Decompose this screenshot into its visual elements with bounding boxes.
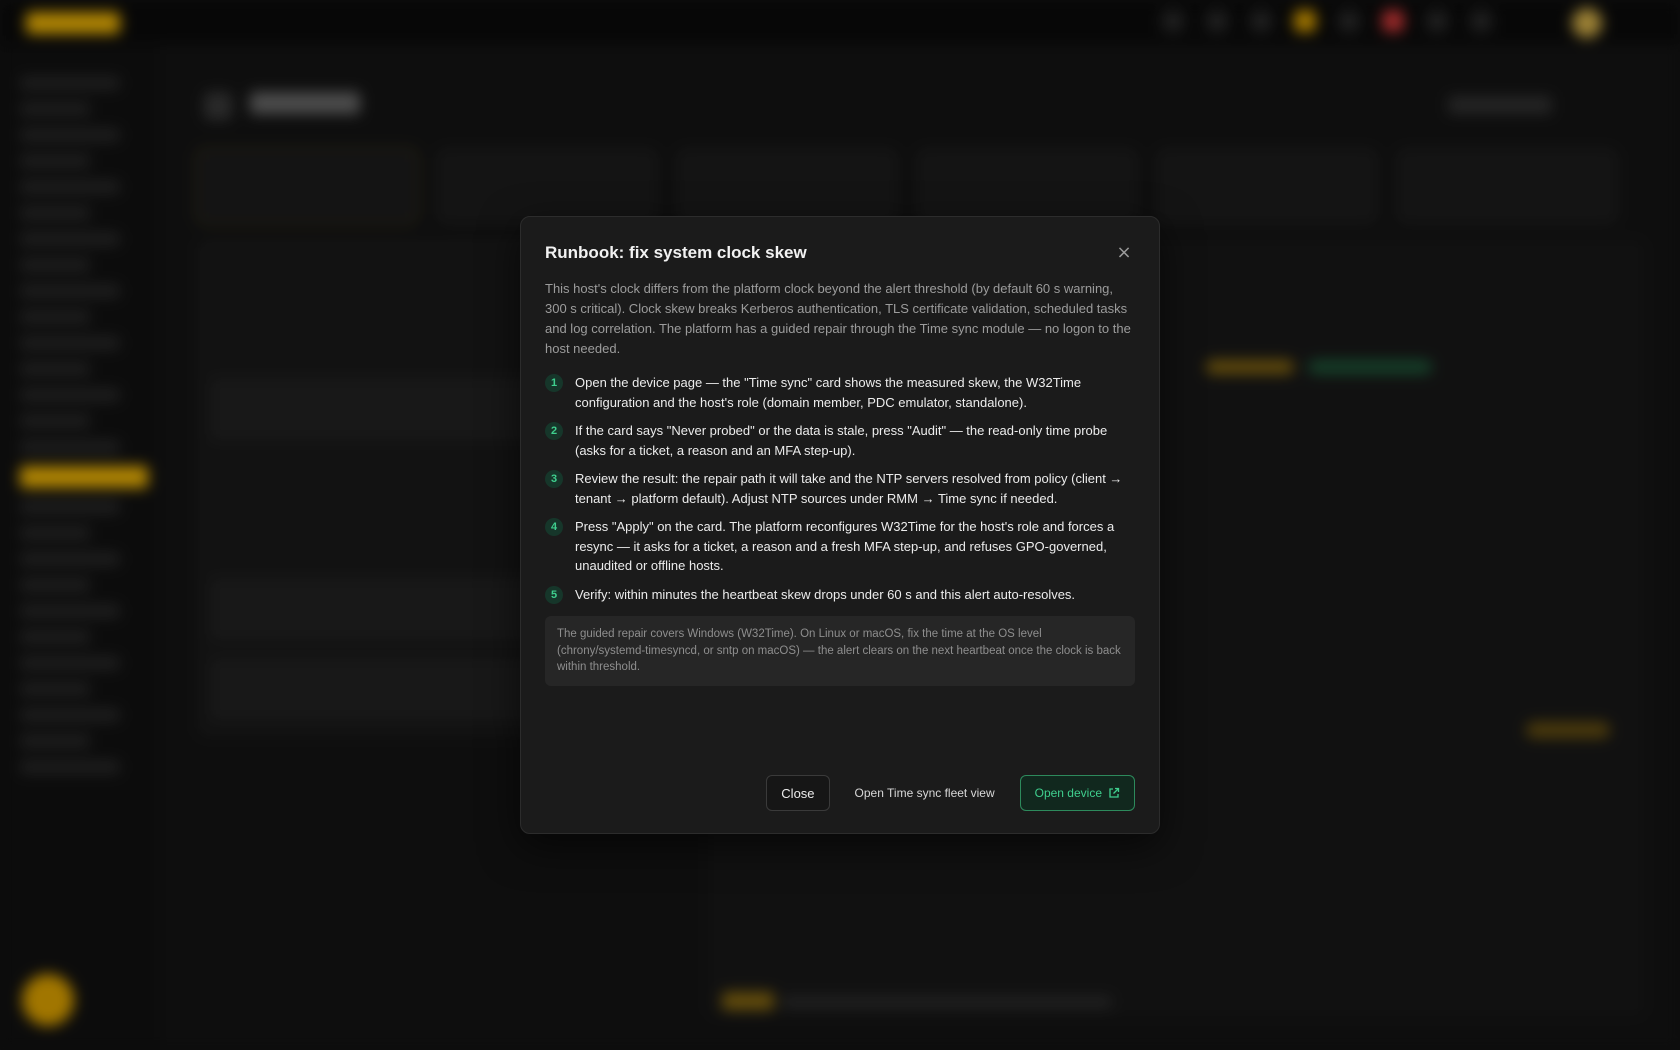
modal-intro: This host's clock differs from the platf… bbox=[545, 281, 1131, 356]
close-button[interactable]: Close bbox=[766, 775, 830, 811]
device-button-label: Open device bbox=[1034, 786, 1102, 800]
open-fleet-view-button[interactable]: Open Time sync fleet view bbox=[840, 775, 1010, 811]
step-number-badge: 1 bbox=[545, 374, 563, 392]
list-item: 3 Review the result: the repair path it … bbox=[545, 469, 1135, 508]
modal-footer: Close Open Time sync fleet view Open dev… bbox=[766, 775, 1135, 811]
platform-note: The guided repair covers Windows (W32Tim… bbox=[545, 616, 1135, 686]
close-button-label: Close bbox=[781, 785, 815, 801]
step-text: Press "Apply" on the card. The platform … bbox=[575, 519, 1115, 573]
step-number-badge: 3 bbox=[545, 470, 563, 488]
modal-header: Runbook: fix system clock skew × bbox=[545, 241, 1135, 265]
list-item: 5 Verify: within minutes the heartbeat s… bbox=[545, 585, 1135, 605]
modal-title: Runbook: fix system clock skew bbox=[545, 243, 807, 262]
runbook-steps: 1 Open the device page — the "Time sync"… bbox=[545, 373, 1135, 604]
step-text: Review the result: the repair path it wi… bbox=[575, 471, 1123, 506]
step-text: Verify: within minutes the heartbeat ske… bbox=[575, 586, 1076, 602]
step-number-badge: 4 bbox=[545, 518, 563, 536]
runbook-modal: Runbook: fix system clock skew × This ho… bbox=[520, 216, 1160, 834]
step-number-badge: 5 bbox=[545, 585, 563, 604]
list-item: 2 If the card says "Never probed" or the… bbox=[545, 421, 1135, 460]
external-link-icon bbox=[1109, 787, 1120, 798]
open-device-button[interactable]: Open device bbox=[1019, 775, 1135, 811]
step-text: Open the device page — the "Time sync" c… bbox=[575, 375, 1082, 410]
fleet-button-label: Open Time sync fleet view bbox=[854, 786, 995, 800]
list-item: 1 Open the device page — the "Time sync"… bbox=[545, 373, 1135, 412]
step-number-badge: 2 bbox=[545, 422, 563, 440]
list-item: 4 Press "Apply" on the card. The platfor… bbox=[545, 517, 1135, 576]
step-text: If the card says "Never probed" or the d… bbox=[575, 423, 1108, 458]
close-icon[interactable]: × bbox=[1113, 242, 1135, 264]
